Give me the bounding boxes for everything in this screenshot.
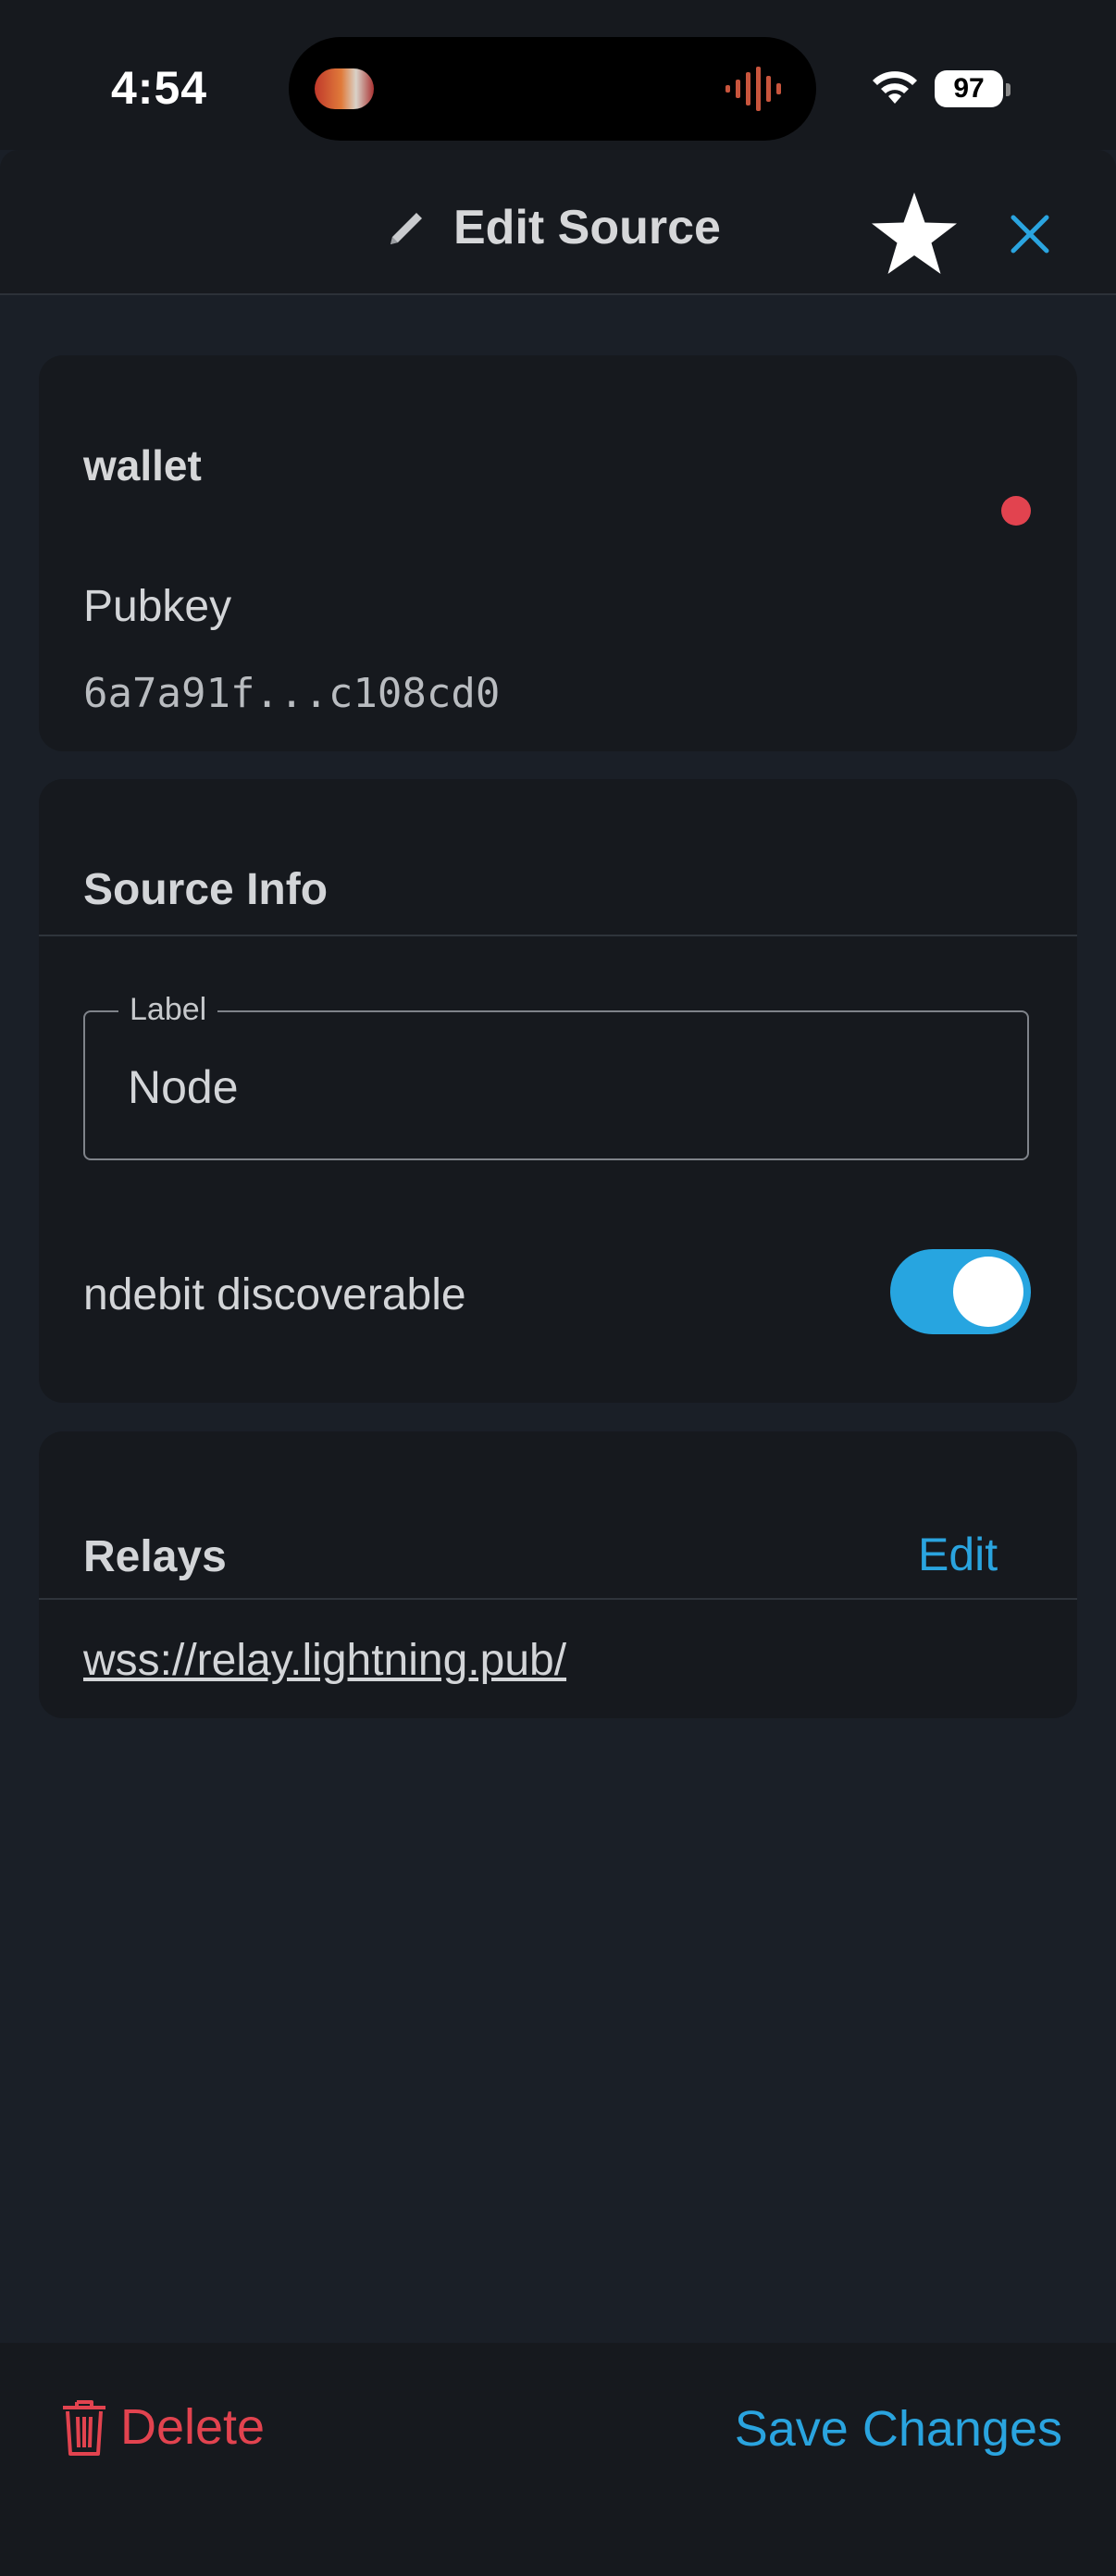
pubkey-label: Pubkey — [83, 582, 232, 631]
source-info-title: Source Info — [83, 865, 329, 914]
status-time: 4:54 — [111, 62, 208, 114]
pubkey-value: 6a7a91f...c108cd0 — [83, 670, 501, 717]
source-info-card: Source Info Label ndebit discoverable — [39, 779, 1077, 1403]
wallet-card: wallet Pubkey 6a7a91f...c108cd0 — [39, 355, 1077, 751]
relays-card: Relays Edit wss://relay.lightning.pub/ — [39, 1431, 1077, 1718]
close-icon[interactable] — [1009, 213, 1051, 255]
relay-link[interactable]: wss://relay.lightning.pub/ — [83, 1635, 566, 1686]
sheet-header: Edit Source — [0, 150, 1116, 295]
status-bar: 4:54 97 — [0, 0, 1116, 150]
battery-tip — [1006, 83, 1011, 96]
audio-waveform-icon — [725, 67, 781, 111]
delete-button[interactable]: Delete — [59, 2395, 265, 2459]
trash-icon — [63, 2400, 105, 2456]
label-input[interactable] — [128, 1060, 961, 1114]
edit-source-sheet: Edit Source wallet Pubkey 6a7a91f...c108… — [0, 150, 1116, 2576]
dynamic-island — [289, 37, 816, 141]
battery-indicator: 97 — [935, 70, 1003, 107]
connection-status-dot — [1001, 496, 1031, 526]
now-playing-thumbnail — [315, 68, 374, 109]
wifi-icon — [873, 71, 917, 104]
page-title: Edit Source — [453, 201, 721, 254]
pencil-icon — [391, 213, 422, 244]
relays-divider — [39, 1598, 1077, 1600]
relays-title: Relays — [83, 1532, 227, 1581]
label-field-legend: Label — [118, 992, 218, 1028]
toggle-knob — [953, 1257, 1023, 1327]
wallet-name: wallet — [83, 441, 202, 489]
source-info-divider — [39, 935, 1077, 936]
discoverable-label: ndebit discoverable — [83, 1270, 466, 1319]
delete-label: Delete — [120, 2399, 266, 2455]
star-icon[interactable] — [870, 191, 959, 276]
relays-edit-button[interactable]: Edit — [918, 1528, 998, 1581]
save-changes-button[interactable]: Save Changes — [735, 2400, 1062, 2458]
footer-actions: Delete Save Changes — [0, 2343, 1116, 2576]
discoverable-toggle[interactable] — [890, 1249, 1031, 1334]
label-field[interactable]: Label — [83, 992, 1029, 1160]
